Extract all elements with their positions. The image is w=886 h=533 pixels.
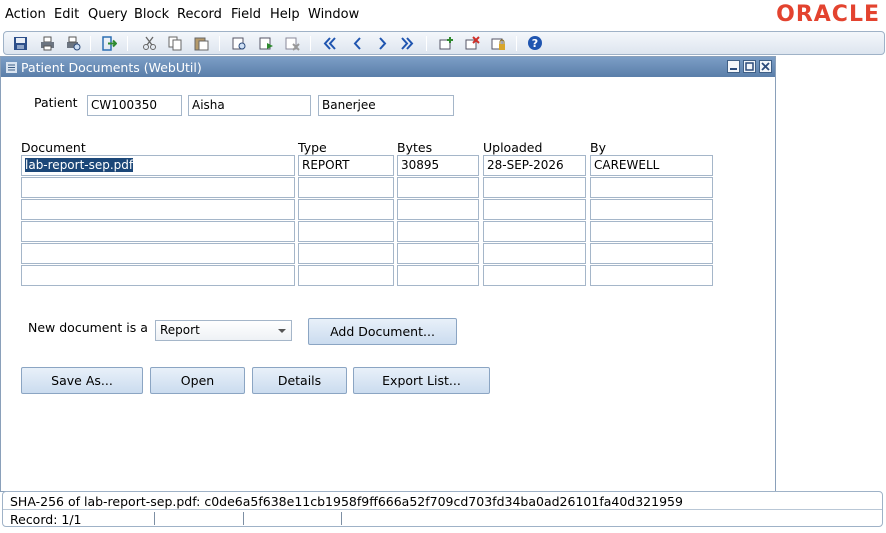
menu-query[interactable]: Query [88, 7, 128, 22]
document-bytes-cell[interactable] [397, 221, 479, 242]
next-record-icon[interactable] [374, 35, 390, 51]
column-header-document: Document [21, 140, 86, 155]
document-bytes-cell[interactable] [397, 243, 479, 264]
document-uploaded-cell[interactable]: 28-SEP-2026 [483, 155, 586, 176]
print-icon[interactable] [39, 35, 55, 51]
window-menu-icon[interactable] [6, 62, 17, 73]
document-by-cell[interactable] [590, 243, 713, 264]
oracle-logo: ORACLE [776, 2, 880, 27]
menu-window[interactable]: Window [308, 7, 359, 22]
exit-icon[interactable] [101, 35, 117, 51]
copy-icon[interactable] [167, 35, 183, 51]
toolbar: ? [3, 31, 885, 55]
menu-block[interactable]: Block [134, 7, 169, 22]
window-title: Patient Documents (WebUtil) [21, 60, 202, 75]
document-type-cell[interactable] [298, 221, 394, 242]
window-title-bar: Patient Documents (WebUtil) [1, 57, 775, 77]
patient-documents-window: Patient Documents (WebUtil) Patient CW10… [0, 56, 776, 492]
document-bytes-cell[interactable] [397, 199, 479, 220]
column-header-uploaded: Uploaded [483, 140, 543, 155]
help-icon[interactable]: ? [527, 35, 543, 51]
document-by-cell[interactable] [590, 199, 713, 220]
cut-icon[interactable] [141, 35, 157, 51]
document-bytes-cell[interactable] [397, 177, 479, 198]
insert-record-icon[interactable] [438, 35, 454, 51]
document-type-select-value: Report [160, 323, 200, 337]
patient-label: Patient [34, 95, 78, 110]
chevron-down-icon [278, 329, 286, 333]
save-icon[interactable] [12, 35, 28, 51]
last-record-icon[interactable] [399, 35, 415, 51]
document-type-cell[interactable] [298, 265, 394, 286]
patient-last-name-field[interactable]: Banerjee [318, 95, 454, 116]
document-uploaded-cell[interactable] [483, 177, 586, 198]
execute-query-icon[interactable] [258, 35, 274, 51]
patient-first-name-field[interactable]: Aisha [188, 95, 311, 116]
minimize-icon[interactable] [727, 60, 740, 73]
document-bytes-cell[interactable] [397, 265, 479, 286]
document-by-cell[interactable]: CAREWELL [590, 155, 713, 176]
record-indicator: Record: 1/1 [10, 512, 82, 527]
save-as-button[interactable]: Save As... [21, 367, 143, 394]
document-by-cell[interactable] [590, 265, 713, 286]
document-name-cell[interactable] [21, 221, 295, 242]
open-button[interactable]: Open [150, 367, 245, 394]
cancel-query-icon[interactable] [284, 35, 300, 51]
new-document-label: New document is a [28, 320, 148, 335]
document-uploaded-cell[interactable] [483, 243, 586, 264]
menu-bar: Action Edit Query Block Record Field Hel… [0, 0, 886, 30]
status-message: SHA-256 of lab-report-sep.pdf: c0de6a5f6… [10, 494, 683, 509]
svg-text:?: ? [532, 37, 538, 50]
document-uploaded-cell[interactable] [483, 221, 586, 242]
menu-edit[interactable]: Edit [54, 7, 79, 22]
status-bar: SHA-256 of lab-report-sep.pdf: c0de6a5f6… [2, 491, 883, 527]
document-by-cell[interactable] [590, 221, 713, 242]
lock-record-icon[interactable] [490, 35, 506, 51]
document-uploaded-cell[interactable] [483, 199, 586, 220]
document-uploaded-cell[interactable] [483, 265, 586, 286]
first-record-icon[interactable] [321, 35, 337, 51]
column-header-type: Type [298, 140, 327, 155]
document-type-cell[interactable] [298, 243, 394, 264]
menu-help[interactable]: Help [270, 7, 300, 22]
column-header-bytes: Bytes [397, 140, 433, 155]
document-type-select[interactable]: Report [155, 320, 292, 341]
menu-field[interactable]: Field [231, 7, 261, 22]
document-name-cell[interactable] [21, 243, 295, 264]
maximize-icon[interactable] [743, 60, 756, 73]
menu-record[interactable]: Record [177, 7, 222, 22]
column-header-by: By [590, 140, 606, 155]
oracle-forms-app: Action Edit Query Block Record Field Hel… [0, 0, 886, 533]
document-type-cell[interactable] [298, 177, 394, 198]
close-icon[interactable] [759, 60, 772, 73]
enter-query-icon[interactable] [231, 35, 247, 51]
add-document-button[interactable]: Add Document... [308, 318, 457, 345]
paste-icon[interactable] [193, 35, 209, 51]
print-preview-icon[interactable] [65, 35, 81, 51]
document-type-cell[interactable] [298, 199, 394, 220]
delete-record-icon[interactable] [464, 35, 480, 51]
document-type-cell[interactable]: REPORT [298, 155, 394, 176]
document-by-cell[interactable] [590, 177, 713, 198]
document-bytes-cell[interactable]: 30895 [397, 155, 479, 176]
menu-action[interactable]: Action [5, 7, 46, 22]
document-name-cell[interactable] [21, 177, 295, 198]
export-list-button[interactable]: Export List... [353, 367, 490, 394]
document-name-cell[interactable] [21, 265, 295, 286]
patient-id-field[interactable]: CW100350 [87, 95, 182, 116]
previous-record-icon[interactable] [349, 35, 365, 51]
document-name-cell[interactable]: lab-report-sep.pdf [21, 155, 295, 176]
details-button[interactable]: Details [252, 367, 347, 394]
document-name-cell[interactable] [21, 199, 295, 220]
